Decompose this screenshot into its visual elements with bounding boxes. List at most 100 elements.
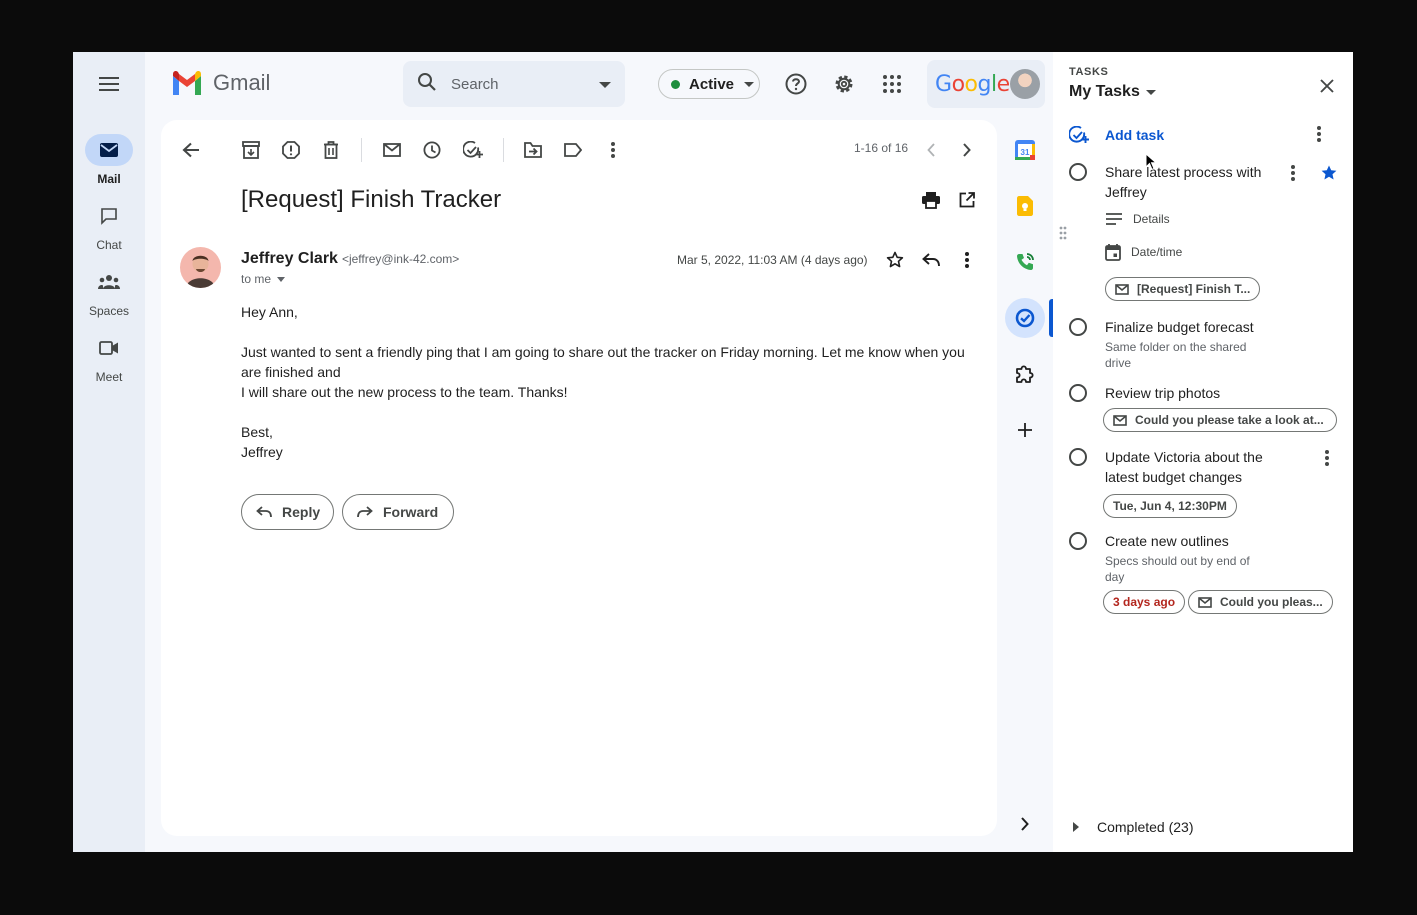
chip-label: Tue, Jun 4, 12:30PM <box>1113 499 1227 513</box>
task-list-selector[interactable]: My Tasks <box>1069 83 1156 101</box>
more-vert-icon <box>965 252 969 268</box>
calendar-icon: 31 <box>1015 140 1035 160</box>
task-complete-checkbox[interactable] <box>1069 163 1087 181</box>
keep-app-button[interactable] <box>1005 186 1045 226</box>
recipient-label: to me <box>241 272 272 286</box>
list-options-button[interactable] <box>1317 126 1321 147</box>
gmail-m-icon <box>173 71 201 95</box>
task-due-date-chip[interactable]: 3 days ago <box>1103 590 1186 614</box>
close-tasks-button[interactable] <box>1315 74 1339 98</box>
close-icon <box>1320 79 1334 93</box>
more-options-button[interactable] <box>601 138 625 162</box>
phone-icon <box>1017 253 1034 270</box>
gmail-logo[interactable]: Gmail <box>171 70 270 96</box>
snooze-button[interactable] <box>420 138 444 162</box>
settings-button[interactable] <box>832 72 856 96</box>
sender-line: Jeffrey Clark <jeffrey@ink-42.com> <box>241 250 459 268</box>
addons-button[interactable] <box>1005 354 1045 394</box>
task-options-button[interactable] <box>1317 448 1337 468</box>
apps-launcher-button[interactable] <box>880 72 904 96</box>
reply-icon-button[interactable] <box>919 248 943 272</box>
mail-outline-icon <box>1115 283 1129 295</box>
mail-icon <box>85 134 133 166</box>
chip-label: 3 days ago <box>1113 595 1176 609</box>
account-avatar[interactable] <box>1010 69 1040 99</box>
task-due-date-chip[interactable]: Tue, Jun 4, 12:30PM <box>1103 494 1237 518</box>
search-options-icon[interactable] <box>599 75 611 93</box>
newer-button[interactable] <box>919 138 943 162</box>
mark-unread-button[interactable] <box>380 138 404 162</box>
email-body: Hey Ann, Just wanted to sent a friendly … <box>241 302 971 462</box>
task-title[interactable]: Review trip photos <box>1105 383 1275 403</box>
datetime-placeholder: Date/time <box>1131 245 1183 259</box>
drag-handle-icon[interactable] <box>1059 226 1067 245</box>
task-complete-checkbox[interactable] <box>1069 318 1087 336</box>
more-vert-icon <box>1317 126 1321 142</box>
recipient-details[interactable]: to me <box>241 272 286 286</box>
nav-item-meet[interactable]: Meet <box>73 332 145 384</box>
forward-label: Forward <box>383 504 439 520</box>
task-complete-checkbox[interactable] <box>1069 448 1087 466</box>
task-datetime-field[interactable]: Date/time <box>1105 243 1182 261</box>
open-new-window-button[interactable] <box>955 188 979 212</box>
archive-button[interactable] <box>239 138 263 162</box>
hamburger-icon <box>99 77 119 91</box>
task-note: Same folder on the shared drive <box>1105 340 1247 370</box>
status-selector[interactable]: Active <box>658 69 760 99</box>
task-title[interactable]: Finalize budget forecast <box>1105 317 1275 337</box>
trash-icon <box>324 141 338 159</box>
task-source-email-chip[interactable]: Could you pleas... <box>1188 590 1333 614</box>
sender-avatar[interactable] <box>180 247 221 288</box>
body-signoff: Best, <box>241 424 273 440</box>
task-options-button[interactable] <box>1283 163 1303 183</box>
reply-icon <box>922 253 940 267</box>
search-icon[interactable] <box>417 72 437 97</box>
main-menu-button[interactable] <box>93 72 125 96</box>
help-button[interactable] <box>784 72 808 96</box>
add-task-button[interactable]: Add task <box>1069 126 1164 144</box>
task-title[interactable]: Share latest process with Jeffrey <box>1105 162 1275 202</box>
nav-item-spaces[interactable]: Spaces <box>73 266 145 318</box>
calendar-app-button[interactable]: 31 <box>1005 130 1045 170</box>
star-outline-icon <box>886 251 904 268</box>
add-to-tasks-button[interactable] <box>461 138 485 162</box>
reply-button[interactable]: Reply <box>241 494 334 530</box>
print-button[interactable] <box>919 188 943 212</box>
delete-button[interactable] <box>319 138 343 162</box>
task-source-email-chip[interactable]: Could you please take a look at... <box>1103 408 1337 432</box>
chip-label: Could you pleas... <box>1220 595 1323 609</box>
labels-button[interactable] <box>561 138 585 162</box>
forward-button[interactable]: Forward <box>342 494 454 530</box>
back-button[interactable] <box>179 138 203 162</box>
move-to-button[interactable] <box>521 138 545 162</box>
gear-icon <box>835 75 853 93</box>
task-title[interactable]: Update Victoria about the latest budget … <box>1105 447 1275 487</box>
mail-outline-icon <box>1113 414 1127 426</box>
nav-item-chat[interactable]: Chat <box>73 200 145 252</box>
sender-name[interactable]: Jeffrey Clark <box>241 250 338 267</box>
chevron-right-icon <box>963 143 971 157</box>
task-star-button[interactable] <box>1319 163 1339 183</box>
report-spam-button[interactable] <box>279 138 303 162</box>
get-addons-button[interactable] <box>1005 410 1045 450</box>
task-complete-checkbox[interactable] <box>1069 532 1087 550</box>
show-side-panel-button[interactable] <box>1013 812 1037 836</box>
search-bar[interactable]: Search <box>403 61 625 107</box>
tasks-app-button[interactable] <box>1005 298 1045 338</box>
nav-item-mail[interactable]: Mail <box>73 134 145 186</box>
task-complete-checkbox[interactable] <box>1069 384 1087 402</box>
search-input[interactable]: Search <box>451 76 599 93</box>
completed-section-toggle[interactable]: Completed (23) <box>1073 819 1194 835</box>
account-area[interactable]: Google <box>927 60 1045 108</box>
message-more-button[interactable] <box>955 248 979 272</box>
puzzle-icon <box>1016 365 1034 383</box>
older-button[interactable] <box>955 138 979 162</box>
task-source-email-chip[interactable]: [Request] Finish T... <box>1105 277 1261 301</box>
details-placeholder: Details <box>1133 212 1170 226</box>
star-button[interactable] <box>883 248 907 272</box>
task-details-field[interactable]: Details <box>1105 212 1170 226</box>
task-title[interactable]: Create new outlines <box>1105 531 1275 551</box>
nav-label: Meet <box>95 370 123 384</box>
apps-grid-icon <box>883 75 901 93</box>
voice-app-button[interactable] <box>1005 242 1045 282</box>
